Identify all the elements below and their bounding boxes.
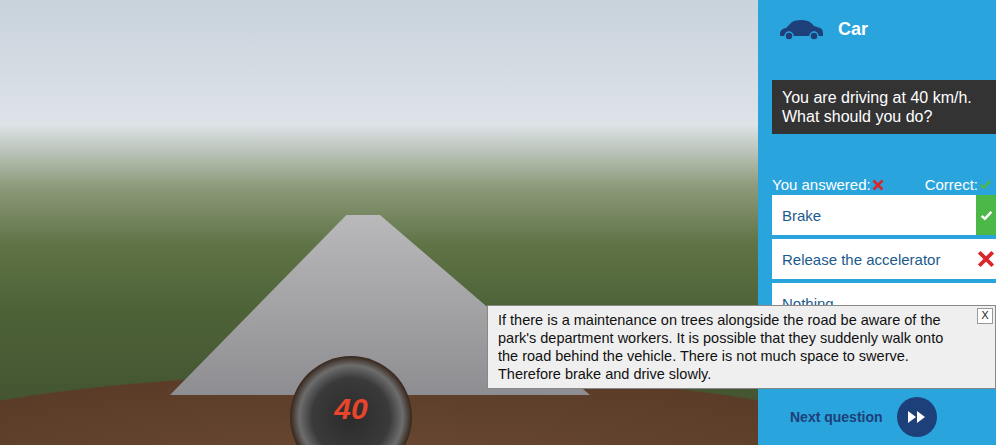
correct-legend: Correct:: [925, 176, 992, 193]
answer-legend: You answered: Correct:: [772, 176, 992, 193]
close-button[interactable]: X: [977, 308, 993, 324]
option-row[interactable]: Release the accelerator: [772, 239, 996, 279]
option-label: Release the accelerator: [772, 239, 976, 279]
speed-reading: 40: [334, 394, 367, 445]
next-label[interactable]: Next question: [790, 409, 883, 425]
check-icon: [979, 178, 992, 191]
panel-title: Car: [838, 19, 868, 40]
explanation-tooltip: If there is a maintenance on trees along…: [487, 305, 996, 389]
option-label: Brake: [772, 195, 976, 235]
panel-header: Car: [758, 0, 996, 58]
cross-icon: [872, 179, 884, 191]
app: 40 Car You are driving at 40 km/h. What sh…: [0, 0, 996, 445]
option-row[interactable]: Brake: [772, 195, 996, 235]
option-list: BrakeRelease the acceleratorNothing: [772, 195, 996, 323]
answered-legend: You answered:: [772, 176, 884, 193]
next-bar: Next question: [758, 397, 996, 445]
option-mark: [976, 239, 996, 279]
check-icon: [980, 209, 993, 222]
car-icon: [778, 18, 824, 40]
cross-icon: [977, 250, 995, 268]
next-button[interactable]: [897, 397, 937, 437]
option-mark: [976, 195, 996, 235]
question-text: You are driving at 40 km/h. What should …: [772, 80, 996, 134]
fast-forward-icon: [906, 409, 928, 425]
